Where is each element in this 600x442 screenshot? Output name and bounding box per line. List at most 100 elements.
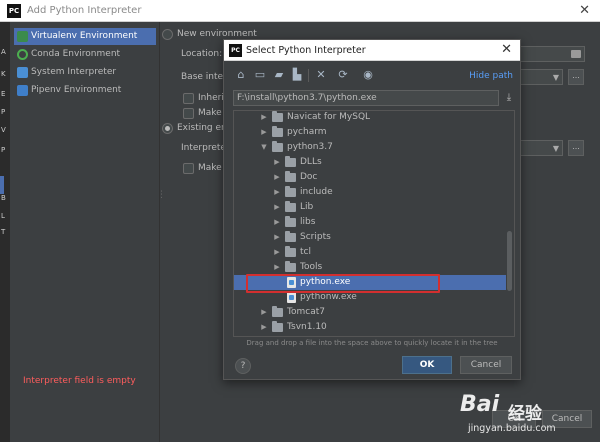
chevron-down-icon: ▼ [552,73,559,82]
new-environment-radio[interactable] [162,29,173,40]
select-python-interpreter-dialog: PC Select Python Interpreter ✕ ⌂ ▭ ▰ ▙ ✕… [223,39,521,380]
chevron-right-icon[interactable]: ▶ [273,215,281,230]
strip-letter: A [1,48,6,56]
tree-row-label: tcl [300,247,311,257]
base-interpreter-label: Base inter [181,72,227,82]
error-message: Interpreter field is empty [23,376,136,386]
tree-row[interactable]: ▼ python3.7 [234,140,506,155]
project-folder-icon[interactable]: ▰ [272,68,286,82]
nav-item-virtualenv[interactable]: Virtualenv Environment [14,28,156,45]
pipenv-icon [17,85,28,96]
cancel-button[interactable]: Cancel [460,356,512,374]
outer-dialog-title: Add Python Interpreter [27,5,142,16]
chevron-right-icon[interactable]: ▶ [273,260,281,275]
delete-icon[interactable]: ✕ [314,68,328,82]
tree-row-label: Scripts [300,232,331,242]
virtualenv-icon [17,31,28,42]
interpreter-browse-button[interactable]: ... [568,140,584,156]
tree-row-label: Tomcat7 [287,307,325,317]
base-interpreter-select[interactable]: ▼ [515,69,563,85]
chevron-right-icon[interactable]: ▶ [260,125,268,140]
tree-row[interactable]: ▶ include [234,185,506,200]
tree-row-label: Tsvn1.10 [287,322,327,332]
tree-row[interactable]: ▶ Navicat for MySQL [234,111,506,125]
tree-row[interactable]: ▶ Tomcat7 [234,305,506,320]
folder-icon [285,246,296,257]
folder-icon [272,321,283,332]
splitter-handle[interactable]: ⋮ [157,190,166,200]
outer-close-icon[interactable]: ✕ [579,3,590,18]
location-label: Location: [181,49,223,59]
download-icon[interactable]: ⤓ [503,92,515,104]
folder-icon[interactable] [571,50,581,58]
folder-icon [272,306,283,317]
tree-row[interactable]: ▶ pycharm [234,125,506,140]
nav-item-conda[interactable]: Conda Environment [14,46,156,63]
tree-row-label: include [300,187,333,197]
tree-row-label: Lib [300,202,314,212]
chevron-right-icon[interactable]: ▶ [260,111,268,125]
ok-button[interactable]: OK [402,356,452,374]
interpreter-select[interactable]: ▼ [515,140,563,156]
folder-icon [285,171,296,182]
refresh-icon[interactable]: ⟳ [336,68,350,82]
watermark-logo: Bai [460,392,500,417]
strip-letter: E [1,90,6,98]
chevron-right-icon[interactable]: ▶ [273,230,281,245]
location-field[interactable] [515,46,585,62]
folder-icon [285,231,296,242]
tree-row-label: DLLs [300,157,322,167]
desktop-icon[interactable]: ▭ [253,68,267,82]
tree-row-label: pycharm [287,127,327,137]
tree-row[interactable]: ▶ Doc [234,170,506,185]
chevron-down-icon[interactable]: ▼ [260,140,268,155]
tree-row[interactable]: ▶ libs [234,215,506,230]
tree-row[interactable]: ▶ Lib [234,200,506,215]
inherit-checkbox[interactable] [183,93,194,104]
path-input[interactable]: F:\install\python3.7\python.exe [233,90,499,106]
file-tree[interactable]: ▶ Navicat for MySQL ▶ pycharm ▼ python3.7 ▶ DLL… [233,110,515,337]
inner-close-icon[interactable]: ✕ [501,42,512,57]
strip-letter: T [1,228,6,236]
chevron-right-icon[interactable]: ▶ [273,200,281,215]
ide-side-strip: A K E P V P B L T [0,22,10,442]
chevron-right-icon[interactable]: ▶ [260,305,268,320]
strip-letter: B [1,194,6,202]
pycharm-logo-icon: PC [7,4,21,18]
existing-environment-radio[interactable] [162,123,173,134]
folder-icon [285,156,296,167]
new-folder-icon[interactable]: ▙ [290,68,304,82]
base-interpreter-browse-button[interactable]: ... [568,69,584,85]
make-available-label: Make [198,108,222,118]
show-hidden-icon[interactable]: ◉ [361,68,375,82]
tree-row[interactable]: ▶ tcl [234,245,506,260]
chevron-right-icon[interactable]: ▶ [273,245,281,260]
chevron-right-icon[interactable]: ▶ [273,170,281,185]
inner-titlebar: PC Select Python Interpreter ✕ [224,40,520,61]
make-available-checkbox[interactable] [183,108,194,119]
folder-icon [285,201,296,212]
pycharm-logo-icon: PC [229,44,242,57]
tree-row[interactable]: ▶ Tools [234,260,506,275]
nav-item-system[interactable]: System Interpreter [14,64,156,81]
nav-item-pipenv[interactable]: Pipenv Environment [14,82,156,99]
tree-scrollbar[interactable] [507,231,512,291]
strip-letter: L [1,212,5,220]
tree-row[interactable]: ▶ Scripts [234,230,506,245]
tree-row[interactable]: ▶ DLLs [234,155,506,170]
chevron-right-icon[interactable]: ▶ [260,320,268,335]
baidu-jingyan-watermark: Bai 经验 jingyan.baidu.com [460,392,595,440]
hide-path-link[interactable]: Hide path [469,71,513,81]
chevron-right-icon[interactable]: ▶ [273,185,281,200]
tree-row[interactable]: ▶ Tsvn1.10 [234,320,506,335]
help-button[interactable]: ? [235,358,251,374]
make-available-all-label: Make [198,163,222,173]
folder-icon [272,111,283,122]
strip-letter: K [1,70,6,78]
chevron-right-icon[interactable]: ▶ [273,155,281,170]
make-available-all-checkbox[interactable] [183,163,194,174]
home-icon[interactable]: ⌂ [234,68,248,82]
file-chooser-toolbar: ⌂ ▭ ▰ ▙ ✕ ⟳ ◉ Hide path [224,66,520,86]
tree-row-label: Tools [300,262,323,272]
tree-row-label: python3.7 [287,142,333,152]
